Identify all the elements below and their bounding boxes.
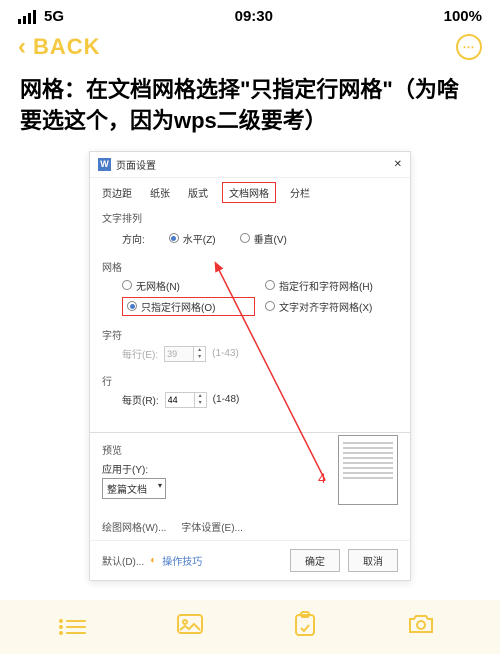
tab-columns[interactable]: 分栏 <box>286 182 314 203</box>
char-range: (1-43) <box>212 348 239 359</box>
radio-linechar[interactable]: 指定行和字符网格(H) <box>265 278 398 293</box>
signal-label: 5G <box>44 8 64 25</box>
char-perline-label: 每行(E): <box>122 346 158 361</box>
default-link[interactable]: 默认(D)... <box>102 553 144 568</box>
tab-paper[interactable]: 纸张 <box>146 182 174 203</box>
tab-grid[interactable]: 文档网格 <box>222 182 276 203</box>
clock: 09:30 <box>235 8 273 25</box>
bottom-nav <box>0 600 500 654</box>
section-line: 行 <box>102 373 398 388</box>
tab-layout[interactable]: 版式 <box>184 182 212 203</box>
app-icon: W <box>98 158 111 171</box>
card-icon[interactable] <box>177 612 203 643</box>
line-range: (1-48) <box>213 394 240 405</box>
line-perpage-label: 每页(R): <box>122 392 159 407</box>
tips-link[interactable]: 操作技巧 <box>162 553 202 568</box>
radio-lineonly[interactable]: 只指定行网格(O) <box>122 297 255 316</box>
line-input[interactable] <box>166 393 194 407</box>
battery: 100% <box>444 8 482 25</box>
signal-bars-icon <box>18 10 36 24</box>
back-button[interactable]: ‹ BACK <box>18 33 101 61</box>
close-icon[interactable]: ✕ <box>394 159 402 170</box>
char-input[interactable] <box>165 347 193 361</box>
section-char: 字符 <box>102 327 398 342</box>
section-layout: 文字排列 <box>102 210 398 225</box>
more-button[interactable]: ⋯ <box>456 34 482 60</box>
radio-nogrid[interactable]: 无网格(N) <box>122 278 255 293</box>
apply-label: 应用于(Y): <box>102 465 148 476</box>
chevron-left-icon: ‹ <box>18 33 27 61</box>
camera-icon[interactable] <box>407 613 435 642</box>
apply-select[interactable]: 整篇文档 <box>102 478 166 499</box>
radio-horizontal[interactable]: 水平(Z) <box>169 231 216 246</box>
link-drawgrid[interactable]: 绘图网格(W)... <box>102 523 166 534</box>
page-title: 网格：在文档网格选择"只指定行网格"（为啥要选这个，因为wps二级要考） <box>0 69 500 151</box>
cancel-button[interactable]: 取消 <box>348 549 398 572</box>
list-icon[interactable] <box>66 620 86 634</box>
bulb-icon: ◐ <box>150 555 156 566</box>
direction-label: 方向: <box>122 231 145 246</box>
back-label: BACK <box>33 34 101 60</box>
annotation-number: 4 <box>318 470 326 486</box>
clipboard-icon[interactable] <box>294 611 316 644</box>
preview-thumbnail <box>338 435 398 505</box>
screenshot-dialog: W 页面设置 ✕ 页边距 纸张 版式 文档网格 分栏 文字排列 方向: 水平(Z… <box>89 151 411 581</box>
ok-button[interactable]: 确定 <box>290 549 340 572</box>
dialog-title: 页面设置 <box>116 157 156 172</box>
tab-margin[interactable]: 页边距 <box>98 182 136 203</box>
link-font[interactable]: 字体设置(E)... <box>181 523 243 534</box>
section-grid: 网格 <box>102 259 398 274</box>
radio-chargrid[interactable]: 文字对齐字符网格(X) <box>265 297 398 316</box>
radio-vertical[interactable]: 垂直(V) <box>240 231 287 246</box>
